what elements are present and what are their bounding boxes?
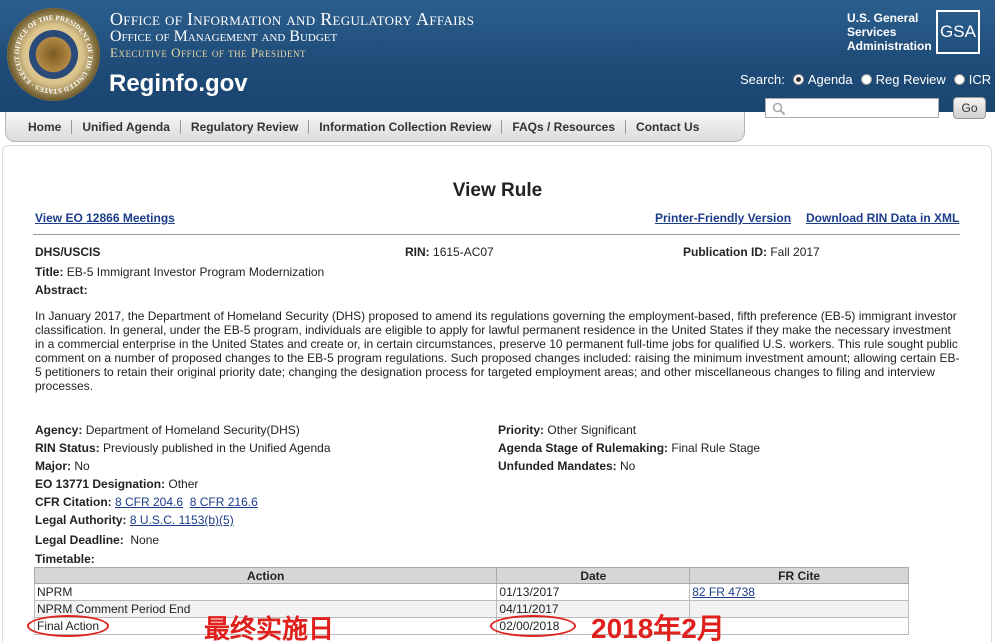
view-eo-meetings-link[interactable]: View EO 12866 Meetings [35, 211, 175, 225]
nav-contact-us[interactable]: Contact Us [626, 120, 709, 134]
cfr-label: CFR Citation: [35, 495, 112, 509]
priority-label: Priority: [498, 423, 545, 437]
cfr-link-216-6[interactable]: 8 CFR 216.6 [190, 495, 258, 509]
printer-friendly-link[interactable]: Printer-Friendly Version [655, 211, 791, 225]
abstract-label: Abstract: [35, 283, 88, 297]
cfr-field: CFR Citation: 8 CFR 204.6 8 CFR 216.6 [35, 495, 258, 509]
nav-home[interactable]: Home [18, 119, 73, 134]
priority-field: Priority: Other Significant [498, 423, 636, 437]
major-field: Major: No [35, 459, 90, 473]
eo13771-field: EO 13771 Designation: Other [35, 477, 198, 491]
radio-icr[interactable] [953, 74, 965, 85]
rin-field: RIN: 1615-AC07 [405, 245, 494, 259]
legal-authority-field: Legal Authority: 8 U.S.C. 1153(b)(5) [35, 513, 234, 527]
svg-text:OFFICE OF THE PRESIDENT OF THE: OFFICE OF THE PRESIDENT OF THE UNITED ST… [7, 8, 94, 95]
presidential-seal-icon: OFFICE OF THE PRESIDENT OF THE UNITED ST… [7, 8, 100, 101]
agency-value: Department of Homeland Security(DHS) [85, 423, 300, 437]
nav-unified-agenda[interactable]: Unified Agenda [72, 119, 181, 134]
table-row: Final Action 02/00/2018 [33, 617, 909, 635]
site-header: OFFICE OF THE PRESIDENT OF THE UNITED ST… [0, 0, 995, 119]
main-nav: Home Unified Agenda Regulatory Review In… [5, 112, 745, 142]
divider [33, 234, 960, 235]
agenda-stage-field: Agenda Stage of Rulemaking: Final Rule S… [498, 441, 760, 455]
cfr-link-204-6[interactable]: 8 CFR 204.6 [115, 495, 183, 509]
search-label: Search: [740, 72, 785, 87]
legal-authority-link[interactable]: 8 U.S.C. 1153(b)(5) [130, 513, 234, 527]
unfunded-mandates-value: No [620, 459, 636, 473]
page-title: View Rule [452, 180, 543, 201]
header-date: Date [496, 567, 691, 584]
table-row: NPRM Comment Period End 04/11/2017 [33, 600, 909, 618]
legal-deadline-field: Legal Deadline: None [35, 533, 159, 547]
final-action-note: 最终实施日 [204, 614, 335, 642]
table-row: NPRM 01/13/2017 82 FR 4738 [33, 583, 909, 601]
omb-title: Office of Management and Budget [110, 28, 338, 45]
go-button[interactable]: Go [953, 97, 986, 119]
title-label: Title: [35, 265, 64, 279]
download-xml-link[interactable]: Download RIN Data in XML [806, 211, 959, 225]
legal-authority-label: Legal Authority: [35, 513, 127, 527]
date-note: 2018年2月 [591, 613, 725, 642]
unfunded-mandates-label: Unfunded Mandates: [498, 459, 617, 473]
rin-status-field: RIN Status: Previously published in the … [35, 441, 331, 455]
final-action-circle-annotation [27, 615, 109, 637]
agenda-stage-value: Final Rule Stage [671, 441, 761, 455]
rin-status-value: Previously published in the Unified Agen… [103, 441, 331, 455]
radio-agenda[interactable] [792, 74, 804, 85]
header-action: Action [33, 567, 498, 584]
agency-label: Agency: [35, 423, 83, 437]
radio-agenda-label[interactable]: Agenda [808, 72, 853, 87]
action-cell: NPRM [33, 583, 498, 601]
agenda-stage-label: Agenda Stage of Rulemaking: [498, 441, 669, 455]
legal-deadline-value: None [130, 533, 160, 547]
title-field: Title: EB-5 Immigrant Investor Program M… [35, 265, 324, 279]
nav-regulatory-review[interactable]: Regulatory Review [181, 119, 310, 134]
rin-value: 1615-AC07 [433, 245, 494, 259]
agency-field: Agency: Department of Homeland Security(… [35, 423, 300, 437]
gsa-logo[interactable]: GSA [936, 10, 980, 54]
eo13771-label: EO 13771 Designation: [35, 477, 166, 491]
nav-faqs-resources[interactable]: FAQs / Resources [502, 119, 627, 134]
publication-id-label: Publication ID: [683, 245, 767, 259]
title-value: EB-5 Immigrant Investor Program Moderniz… [66, 265, 325, 279]
eop-title: Executive Office of the President [110, 45, 307, 60]
major-value: No [74, 459, 90, 473]
radio-reg-review-label[interactable]: Reg Review [876, 72, 946, 87]
date-cell: 01/13/2017 [496, 583, 691, 601]
gsa-text[interactable]: U.S. General Services Administration [847, 11, 935, 53]
priority-value: Other Significant [547, 423, 637, 437]
publication-id-field: Publication ID: Fall 2017 [683, 245, 820, 259]
unfunded-mandates-field: Unfunded Mandates: No [498, 459, 635, 473]
nav-information-collection-review[interactable]: Information Collection Review [309, 119, 503, 134]
site-name-link[interactable]: Reginfo.gov [109, 70, 248, 98]
seal-text: OFFICE OF THE PRESIDENT OF THE UNITED ST… [7, 8, 94, 95]
date-circle-annotation [490, 615, 576, 637]
header-fr-cite: FR Cite [689, 567, 909, 584]
legal-deadline-label: Legal Deadline: [35, 533, 124, 547]
search-input[interactable] [765, 98, 939, 118]
timetable-label: Timetable: [35, 552, 95, 566]
fr-cite-link[interactable]: 82 FR 4738 [692, 585, 755, 599]
timetable: Action Date FR Cite NPRM 01/13/2017 82 F… [33, 567, 909, 635]
timetable-header-row: Action Date FR Cite [33, 567, 909, 584]
radio-reg-review[interactable] [860, 74, 872, 85]
abstract-text: In January 2017, the Department of Homel… [35, 309, 960, 393]
search-icon [772, 102, 786, 116]
fr-cite-cell: 82 FR 4738 [689, 583, 909, 601]
publication-id-value: Fall 2017 [770, 245, 820, 259]
major-label: Major: [35, 459, 71, 473]
eo13771-value: Other [168, 477, 199, 491]
radio-icr-label[interactable]: ICR [969, 72, 991, 87]
agency-short: DHS/USCIS [35, 245, 101, 259]
search-scope: Search: Agenda Reg Review ICR [740, 72, 991, 87]
rin-label: RIN: [405, 245, 430, 259]
office-title: Office of Information and Regulatory Aff… [110, 9, 475, 29]
rin-status-label: RIN Status: [35, 441, 100, 455]
